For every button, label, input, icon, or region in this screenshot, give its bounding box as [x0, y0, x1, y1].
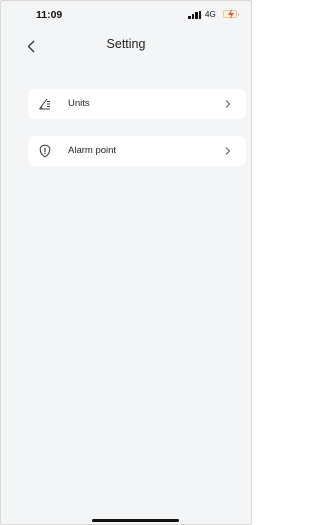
status-time: 11:09	[36, 9, 63, 21]
menu-item-alarm-point[interactable]: Alarm point	[28, 136, 246, 166]
page-title: Setting	[106, 37, 146, 51]
units-ruler-icon	[39, 98, 50, 110]
menu-item-label: Alarm point	[68, 145, 117, 156]
network-type: 4G	[205, 10, 216, 19]
chevron-right-icon	[225, 100, 231, 108]
menu-item-units[interactable]: Units	[28, 89, 246, 119]
home-indicator[interactable]	[92, 519, 179, 522]
alarm-shield-icon	[39, 144, 51, 158]
menu-item-label: Units	[68, 98, 90, 109]
battery-charging-icon	[223, 9, 239, 19]
signal-strength-icon	[188, 11, 202, 19]
navigation-bar: Setting	[1, 29, 251, 63]
status-bar: 11:09 4G	[1, 1, 251, 25]
phone-screen: 11:09 4G Setting Units Alarm point	[0, 0, 252, 525]
chevron-right-icon	[225, 147, 231, 155]
